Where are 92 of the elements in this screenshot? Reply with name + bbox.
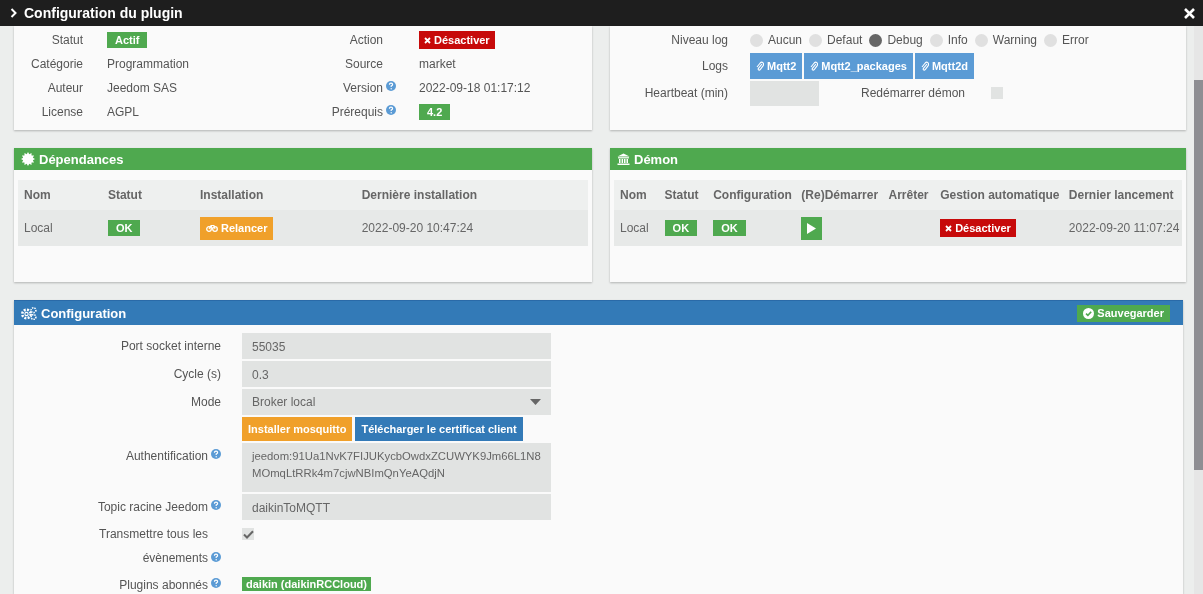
panel-title: Dépendances — [39, 151, 124, 167]
input-field[interactable]: daikinToMQTT — [242, 494, 551, 520]
column-header: Dernière installation — [361, 188, 478, 202]
close-icon[interactable] — [1184, 7, 1195, 19]
table-cell: Local — [620, 221, 649, 235]
column-header: Dernier lancement — [1068, 188, 1174, 202]
field-label: Logs — [701, 59, 728, 73]
info-value: 2022-09-18 01:17:12 — [419, 81, 531, 95]
info-value: Jeedom SAS — [107, 81, 178, 95]
caret-icon — [530, 399, 541, 405]
column-header: Statut — [664, 188, 699, 202]
disable-button[interactable]: Désactiver — [419, 31, 495, 49]
panel-title: Configuration — [41, 305, 127, 321]
radio-label: Warning — [992, 33, 1038, 47]
column-header: (Re)Démarrer — [801, 188, 879, 202]
input-field[interactable]: 0.3 — [242, 361, 551, 387]
text-area[interactable]: jeedom:91Ua1NvK7FIJUKycbOwdxZCUWYK9Jm66L1N8MOmqLtRRk4m7cjwNBImQnYeAQdjN — [242, 443, 551, 492]
status-badge: 4.2 — [419, 104, 451, 120]
cross-icon — [945, 224, 953, 232]
field-label: Transmettre tous les évènements — [98, 526, 208, 567]
field-label: Topic racine Jeedom — [97, 499, 208, 516]
info-value: AGPL — [107, 105, 139, 119]
building-icon — [617, 153, 630, 165]
scrollbar[interactable] — [1194, 26, 1203, 594]
field-label: Auteur — [47, 81, 83, 95]
column-header: Gestion automatique — [940, 188, 1060, 202]
field-label: Mode — [190, 394, 221, 411]
radio-button[interactable] — [809, 33, 823, 47]
radio-label: Aucun — [768, 33, 803, 47]
paperclip-icon — [756, 61, 764, 71]
cross-icon — [424, 36, 431, 44]
status-badge: OK — [664, 220, 698, 236]
select-field[interactable]: Broker local — [242, 389, 551, 415]
column-header: Configuration — [713, 188, 792, 202]
field-label: Catégorie — [30, 57, 83, 71]
paperclip-icon — [810, 61, 819, 71]
field-label: Port socket interne — [120, 338, 221, 355]
table-cell: 2022-09-20 10:47:24 — [361, 221, 474, 235]
heartbeat-field[interactable] — [750, 80, 819, 106]
table-cell: 2022-09-20 11:07:24 — [1068, 221, 1180, 235]
action-button[interactable]: Télécharger le certificat client — [355, 417, 523, 441]
save-button[interactable]: Sauvegarder — [1077, 304, 1170, 322]
field-label: Prérequis — [331, 105, 383, 119]
gears-icon — [21, 306, 37, 320]
info-value: market — [419, 57, 456, 71]
radio-button[interactable] — [750, 33, 763, 47]
checkbox[interactable] — [242, 528, 254, 540]
paperclip-icon — [920, 61, 929, 71]
checkbox[interactable] — [991, 87, 1004, 99]
column-header: Arrêter — [888, 188, 929, 202]
radio-label: Info — [947, 33, 968, 47]
badge-icon — [21, 152, 35, 166]
field-label: Version — [342, 81, 383, 95]
radio-button[interactable] — [974, 33, 988, 47]
table-cell: Local — [24, 221, 53, 235]
status-badge: Actif — [107, 32, 148, 48]
log-button[interactable]: Mqtt2 — [750, 53, 803, 79]
plugin-tag: daikin (daikinRCCloud) — [242, 577, 371, 591]
status-badge: OK — [713, 220, 746, 236]
window-title: Configuration du plugin — [24, 5, 183, 21]
status-badge: OK — [107, 220, 141, 236]
radio-button[interactable] — [869, 33, 883, 47]
panel-title: Démon — [634, 151, 679, 167]
field-label: License — [41, 105, 83, 119]
field-label: Heartbeat (min) — [644, 86, 728, 100]
radio-label: Debug — [887, 33, 923, 47]
checkmark-icon — [242, 529, 254, 539]
disable-button[interactable]: Désactiver — [940, 219, 1016, 237]
field-label: Niveau log — [671, 33, 728, 47]
radio-label: Error — [1062, 33, 1089, 47]
field-label: Statut — [51, 33, 83, 47]
input-field[interactable]: 55035 — [242, 333, 551, 359]
info-value: Programmation — [107, 57, 190, 71]
field-label: Action — [349, 33, 383, 47]
column-header: Installation — [200, 188, 264, 202]
field-label: Plugins abonnés — [119, 577, 208, 594]
field-label: Source — [344, 57, 383, 71]
check-circle-icon — [1083, 307, 1095, 319]
field-label: Authentification — [125, 448, 208, 465]
radio-button[interactable] — [929, 33, 943, 47]
start-button[interactable] — [801, 216, 823, 240]
radio-label: Defaut — [827, 33, 863, 47]
chevron-icon — [10, 8, 17, 18]
field-label: Redémarrer démon — [861, 86, 966, 100]
log-button[interactable]: Mqtt2d — [914, 53, 974, 79]
log-button[interactable]: Mqtt2_packages — [804, 53, 913, 79]
play-icon — [807, 222, 817, 234]
column-header: Statut — [107, 188, 142, 202]
column-header: Nom — [620, 188, 647, 202]
column-header: Nom — [24, 188, 51, 202]
field-label: Cycle (s) — [173, 366, 221, 383]
radio-button[interactable] — [1044, 33, 1058, 47]
